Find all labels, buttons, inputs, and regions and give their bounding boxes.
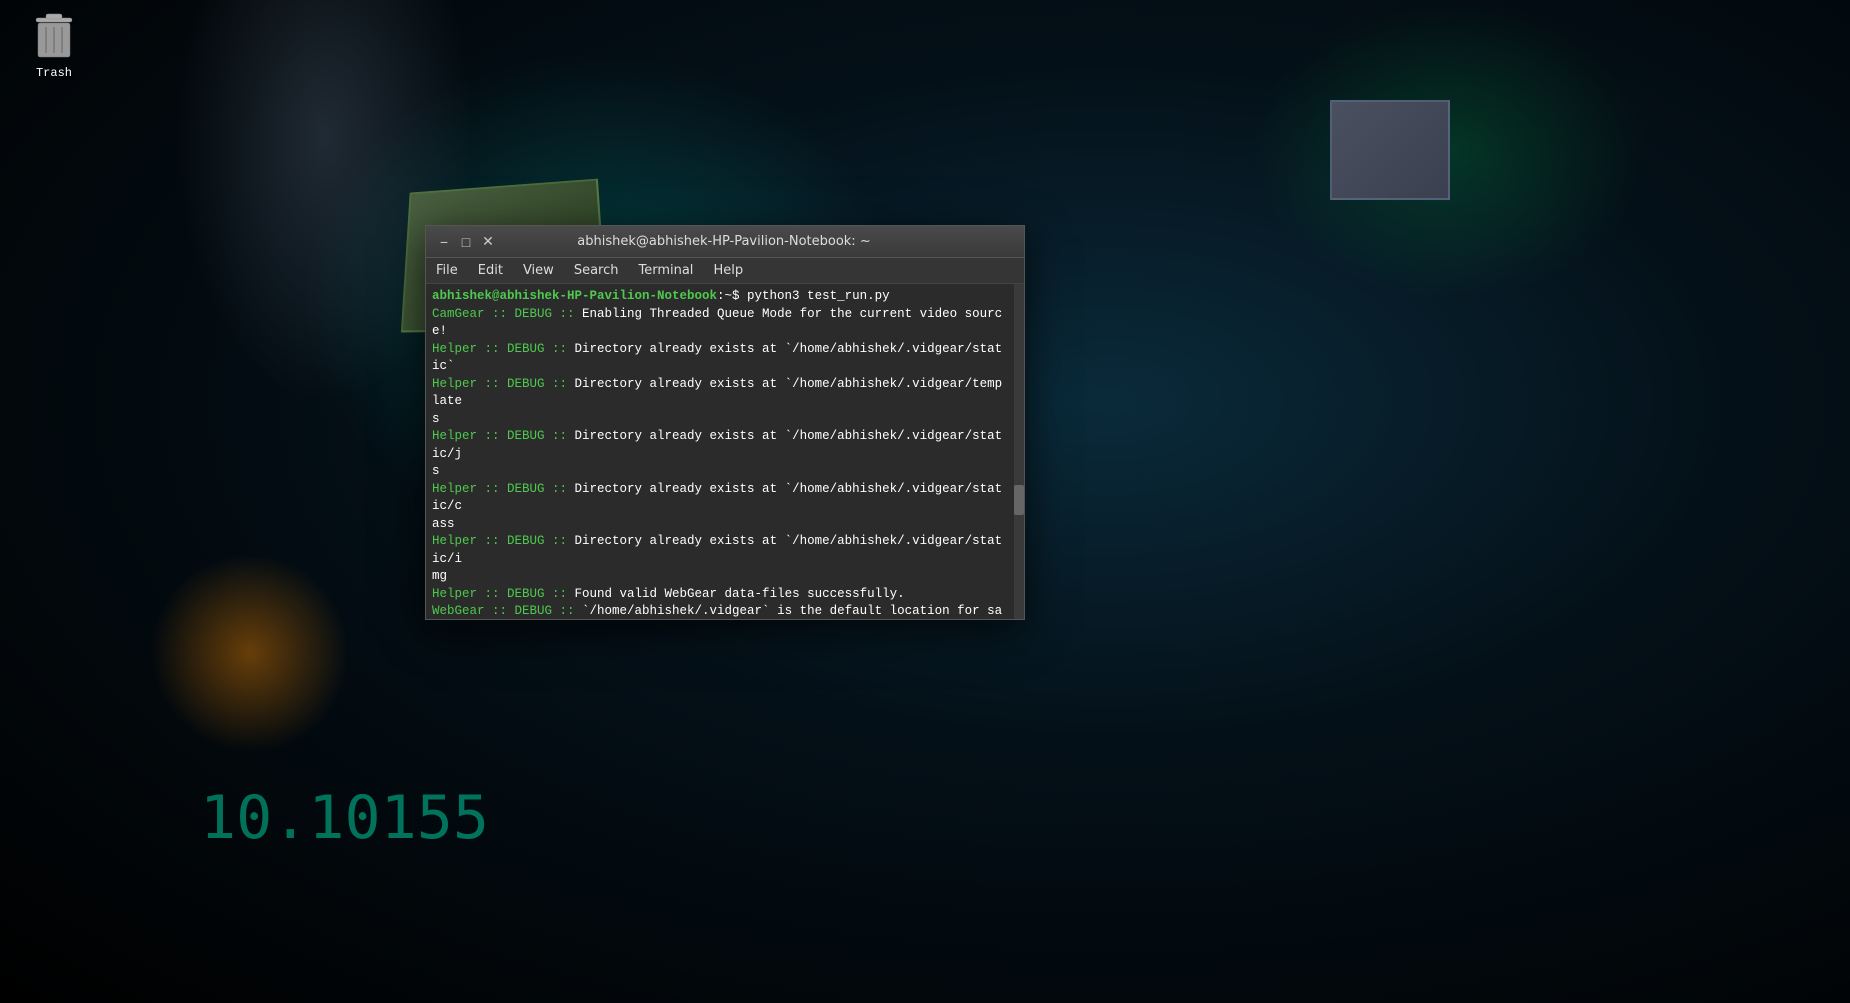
terminal-line: WebGear :: DEBUG :: `/home/abhishek/.vid…: [432, 603, 1008, 619]
terminal-line: abhishek@abhishek-HP-Pavilion-Notebook:~…: [432, 288, 1008, 306]
terminal-line: ass: [432, 516, 1008, 534]
window-controls: − □ ✕: [434, 232, 498, 252]
title-bar: − □ ✕ abhishek@abhishek-HP-Pavilion-Note…: [426, 226, 1024, 258]
terminal-window: − □ ✕ abhishek@abhishek-HP-Pavilion-Note…: [425, 225, 1025, 620]
menu-view[interactable]: View: [513, 258, 564, 283]
trash-icon-image: [30, 10, 78, 62]
trash-icon-label: Trash: [36, 66, 72, 80]
trash-desktop-icon[interactable]: Trash: [30, 10, 78, 80]
terminal-line: s: [432, 411, 1008, 429]
terminal-output[interactable]: abhishek@abhishek-HP-Pavilion-Notebook:~…: [426, 284, 1014, 619]
pcb-chip-2: [1330, 100, 1450, 200]
menu-search[interactable]: Search: [564, 258, 629, 283]
menu-help[interactable]: Help: [703, 258, 753, 283]
terminal-line: Helper :: DEBUG :: Found valid WebGear d…: [432, 586, 1008, 604]
maximize-button[interactable]: □: [456, 232, 476, 252]
terminal-line: mg: [432, 568, 1008, 586]
terminal-line: Helper :: DEBUG :: Directory already exi…: [432, 376, 1008, 411]
window-title: abhishek@abhishek-HP-Pavilion-Notebook: …: [498, 234, 950, 249]
close-button[interactable]: ✕: [478, 232, 498, 252]
menu-edit[interactable]: Edit: [468, 258, 513, 283]
terminal-scrollbar[interactable]: [1014, 284, 1024, 619]
terminal-line: Helper :: DEBUG :: Directory already exi…: [432, 428, 1008, 463]
terminal-line: Helper :: DEBUG :: Directory already exi…: [432, 341, 1008, 376]
bg-glow-orange: [150, 553, 350, 753]
menu-file[interactable]: File: [426, 258, 468, 283]
minimize-button[interactable]: −: [434, 232, 454, 252]
scrollbar-thumb: [1014, 485, 1024, 515]
terminal-line: CamGear :: DEBUG :: Enabling Threaded Qu…: [432, 306, 1008, 341]
terminal-line: Helper :: DEBUG :: Directory already exi…: [432, 481, 1008, 516]
menu-terminal[interactable]: Terminal: [628, 258, 703, 283]
terminal-line: Helper :: DEBUG :: Directory already exi…: [432, 533, 1008, 568]
menu-bar: File Edit View Search Terminal Help: [426, 258, 1024, 284]
terminal-line: s: [432, 463, 1008, 481]
bg-glow-green: [1250, 0, 1650, 300]
pcb-text-1: 10.10155: [200, 783, 489, 853]
